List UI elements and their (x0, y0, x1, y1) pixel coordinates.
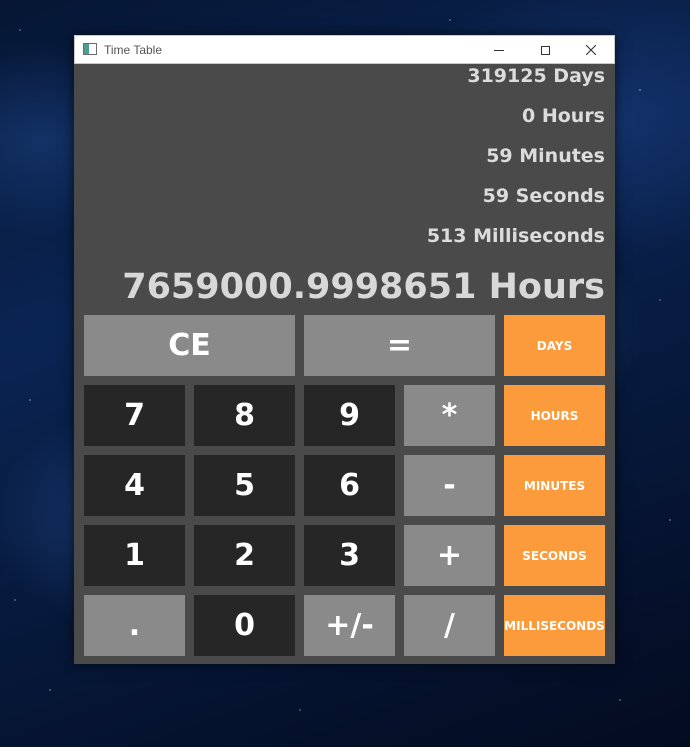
app-window: Time Table 319125 Days 0 Hours 59 Minute… (74, 35, 615, 664)
multiply-button[interactable]: * (404, 385, 495, 446)
equals-button[interactable]: = (304, 315, 495, 376)
digit-6-button[interactable]: 6 (304, 455, 395, 516)
minimize-icon (494, 49, 504, 51)
digit-4-button[interactable]: 4 (84, 455, 185, 516)
digit-2-button[interactable]: 2 (194, 525, 295, 586)
digit-3-button[interactable]: 3 (304, 525, 395, 586)
days-unit-button[interactable]: DAYS (504, 315, 605, 376)
digit-0-button[interactable]: 0 (194, 595, 295, 656)
clear-entry-button[interactable]: CE (84, 315, 295, 376)
milliseconds-readout: 513 Milliseconds (426, 225, 605, 247)
negate-button[interactable]: +/- (304, 595, 395, 656)
digit-5-button[interactable]: 5 (194, 455, 295, 516)
maximize-icon (540, 45, 550, 55)
add-button[interactable]: + (404, 525, 495, 586)
days-readout: 319125 Days (467, 65, 605, 87)
seconds-readout: 59 Seconds (482, 185, 605, 207)
breakdown-display: 319125 Days 0 Hours 59 Minutes 59 Second… (427, 64, 605, 264)
subtract-button[interactable]: - (404, 455, 495, 516)
digit-7-button[interactable]: 7 (84, 385, 185, 446)
milliseconds-unit-button[interactable]: MILLISECONDS (504, 595, 605, 656)
minutes-unit-button[interactable]: MINUTES (504, 455, 605, 516)
digit-9-button[interactable]: 9 (304, 385, 395, 446)
window-title: Time Table (104, 43, 163, 57)
minimize-button[interactable] (476, 36, 522, 64)
total-display: 7659000.9998651 Hours (122, 267, 605, 307)
decimal-point-button[interactable]: . (84, 595, 185, 656)
divide-button[interactable]: / (404, 595, 495, 656)
hours-readout: 0 Hours (522, 105, 605, 127)
digit-8-button[interactable]: 8 (194, 385, 295, 446)
close-icon (586, 45, 596, 55)
minutes-readout: 59 Minutes (486, 145, 605, 167)
seconds-unit-button[interactable]: SECONDS (504, 525, 605, 586)
maximize-button[interactable] (522, 36, 568, 64)
digit-1-button[interactable]: 1 (84, 525, 185, 586)
app-icon (83, 43, 97, 55)
close-button[interactable] (568, 36, 614, 64)
hours-unit-button[interactable]: HOURS (504, 385, 605, 446)
title-bar[interactable]: Time Table (74, 35, 615, 64)
